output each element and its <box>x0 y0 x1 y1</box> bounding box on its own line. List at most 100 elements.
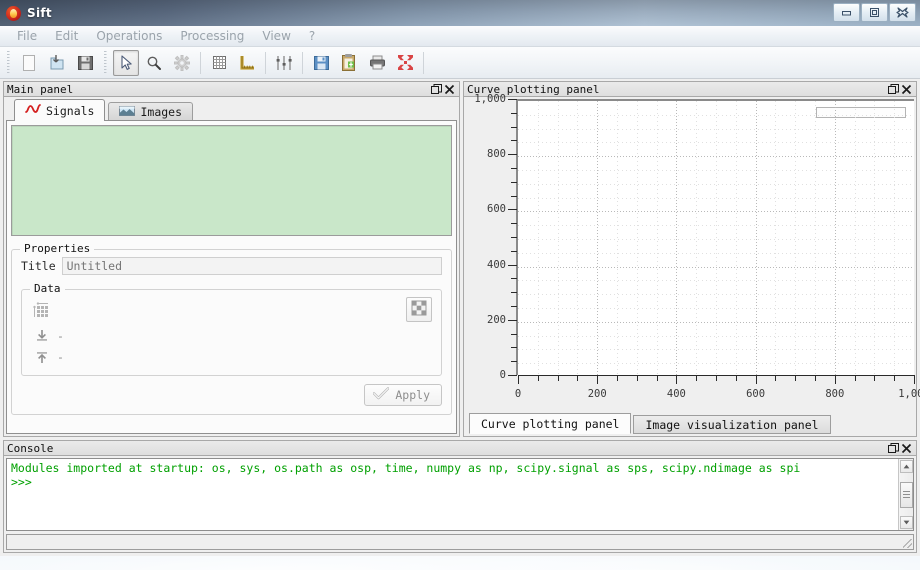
scroll-down-icon[interactable] <box>899 516 913 529</box>
x-tick-major <box>597 375 599 384</box>
close-button[interactable] <box>889 3 916 22</box>
menu-processing[interactable]: Processing <box>171 27 253 45</box>
grid-line-v-minor <box>894 101 896 375</box>
console-float-button[interactable] <box>887 442 900 455</box>
grid-line-v-minor <box>795 101 797 375</box>
new-button[interactable] <box>16 50 42 76</box>
x-tick-major <box>914 375 915 384</box>
settings-tool-button[interactable] <box>169 50 195 76</box>
matrix-editor-button[interactable] <box>406 297 432 322</box>
menu-bar: File Edit Operations Processing View ? <box>0 26 920 47</box>
x-tick-major <box>834 375 836 384</box>
console-output-area[interactable]: Modules imported at startup: os, sys, os… <box>6 458 914 531</box>
maximize-button[interactable] <box>861 3 888 22</box>
y-tick-minor <box>511 223 517 225</box>
apply-button[interactable]: Apply <box>364 384 442 406</box>
menu-operations[interactable]: Operations <box>87 27 171 45</box>
grid-line-v-minor <box>537 101 539 375</box>
title-row: Title <box>21 257 442 275</box>
grid-line-v-minor <box>696 101 698 375</box>
main-panel-float-button[interactable] <box>430 83 443 96</box>
grid-line-v <box>676 101 678 375</box>
tab-image-visualization-panel[interactable]: Image visualization panel <box>633 415 831 434</box>
save-data-button[interactable] <box>308 50 334 76</box>
main-panel-titlebar: Main panel <box>3 81 460 96</box>
x-tick-minor <box>577 375 579 381</box>
plot-canvas[interactable] <box>518 99 914 375</box>
console-panel: Console Modules imported at startup: os,… <box>3 440 917 553</box>
y-tick-minor <box>511 126 517 128</box>
fullscreen-button[interactable] <box>392 50 418 76</box>
grid-button[interactable] <box>206 50 232 76</box>
main-panel-close-button[interactable] <box>443 83 456 96</box>
plot-main: 0 200 400 600 800 1,000 <box>466 93 914 381</box>
x-tick-major <box>518 375 519 384</box>
console-close-button[interactable] <box>900 442 913 455</box>
y-tick-minor <box>511 250 517 252</box>
y-tick-label: 0 <box>499 369 506 381</box>
x-tick-minor <box>795 375 797 381</box>
toolbar-grip-2[interactable] <box>102 50 109 75</box>
x-tick-minor <box>854 375 856 381</box>
grid-line-v-minor <box>656 101 658 375</box>
resize-grip[interactable] <box>903 539 912 548</box>
sift-logo-icon <box>6 5 21 21</box>
y-tick-major <box>508 154 517 156</box>
menu-file[interactable]: File <box>8 27 46 45</box>
y-tick-minor <box>511 292 517 294</box>
y-tick-minor <box>511 168 517 169</box>
image-thumbnail-icon <box>119 105 136 120</box>
scroll-thumb[interactable] <box>899 481 913 508</box>
y-tick-minor <box>511 278 517 280</box>
grid-line-v-minor <box>735 101 737 375</box>
axes-button[interactable] <box>234 50 260 76</box>
y-tick-label: 200 <box>487 313 506 326</box>
y-tick-minor <box>511 140 517 142</box>
x-tick-minor <box>656 375 658 381</box>
tab-signals[interactable]: Signals <box>14 99 106 121</box>
data-dimensions-icon <box>31 301 53 321</box>
plot-legend[interactable] <box>816 107 906 118</box>
grid-line-v <box>834 101 836 375</box>
top-row: Main panel Signals Images Properties Tit… <box>3 81 920 437</box>
tab-curve-plotting-panel[interactable]: Curve plotting panel <box>469 413 632 434</box>
window-controls <box>832 3 916 22</box>
toolbar-grip[interactable] <box>5 50 12 75</box>
print-button[interactable] <box>364 50 390 76</box>
sliders-button[interactable] <box>271 50 297 76</box>
plot-panel-close-button[interactable] <box>900 83 913 96</box>
y-tick-minor <box>511 195 517 197</box>
title-input[interactable] <box>61 257 442 275</box>
application-window: Sift File Edit Operations Processing Vie… <box>0 0 920 556</box>
x-tick-label: 600 <box>746 388 766 400</box>
data-group: Data - - <box>21 282 442 376</box>
minimum-value-icon <box>31 326 53 346</box>
plot-panel-title: Curve plotting panel <box>467 82 600 96</box>
title-label: Title <box>21 259 56 273</box>
plot-canvas-wrap[interactable] <box>518 99 914 375</box>
console-prompt: >>> <box>11 475 32 489</box>
console-scrollbar[interactable] <box>898 459 913 530</box>
open-button[interactable] <box>44 50 70 76</box>
y-tick-minor <box>511 112 517 114</box>
x-tick-minor <box>815 375 816 381</box>
menu-help[interactable]: ? <box>300 27 324 45</box>
x-tick-minor <box>735 375 737 381</box>
select-tool-button[interactable] <box>113 49 139 76</box>
menu-view[interactable]: View <box>253 27 299 45</box>
grid-line-v <box>597 101 599 375</box>
zoom-tool-button[interactable] <box>141 50 167 76</box>
signal-list[interactable] <box>11 125 452 236</box>
tab-images-label: Images <box>140 105 183 119</box>
plot-tabs: Curve plotting panel Image visualization… <box>466 412 914 434</box>
minimize-button[interactable] <box>833 3 860 22</box>
scroll-up-icon[interactable] <box>899 460 913 473</box>
plot-panel-float-button[interactable] <box>887 83 900 96</box>
tab-images[interactable]: Images <box>108 102 194 121</box>
save-button[interactable] <box>72 50 98 76</box>
menu-edit[interactable]: Edit <box>46 27 87 45</box>
console-input[interactable] <box>6 534 914 550</box>
grid-line-v-minor <box>874 101 876 375</box>
y-tick-minor <box>511 237 517 238</box>
copy-to-clipboard-button[interactable] <box>336 50 362 76</box>
